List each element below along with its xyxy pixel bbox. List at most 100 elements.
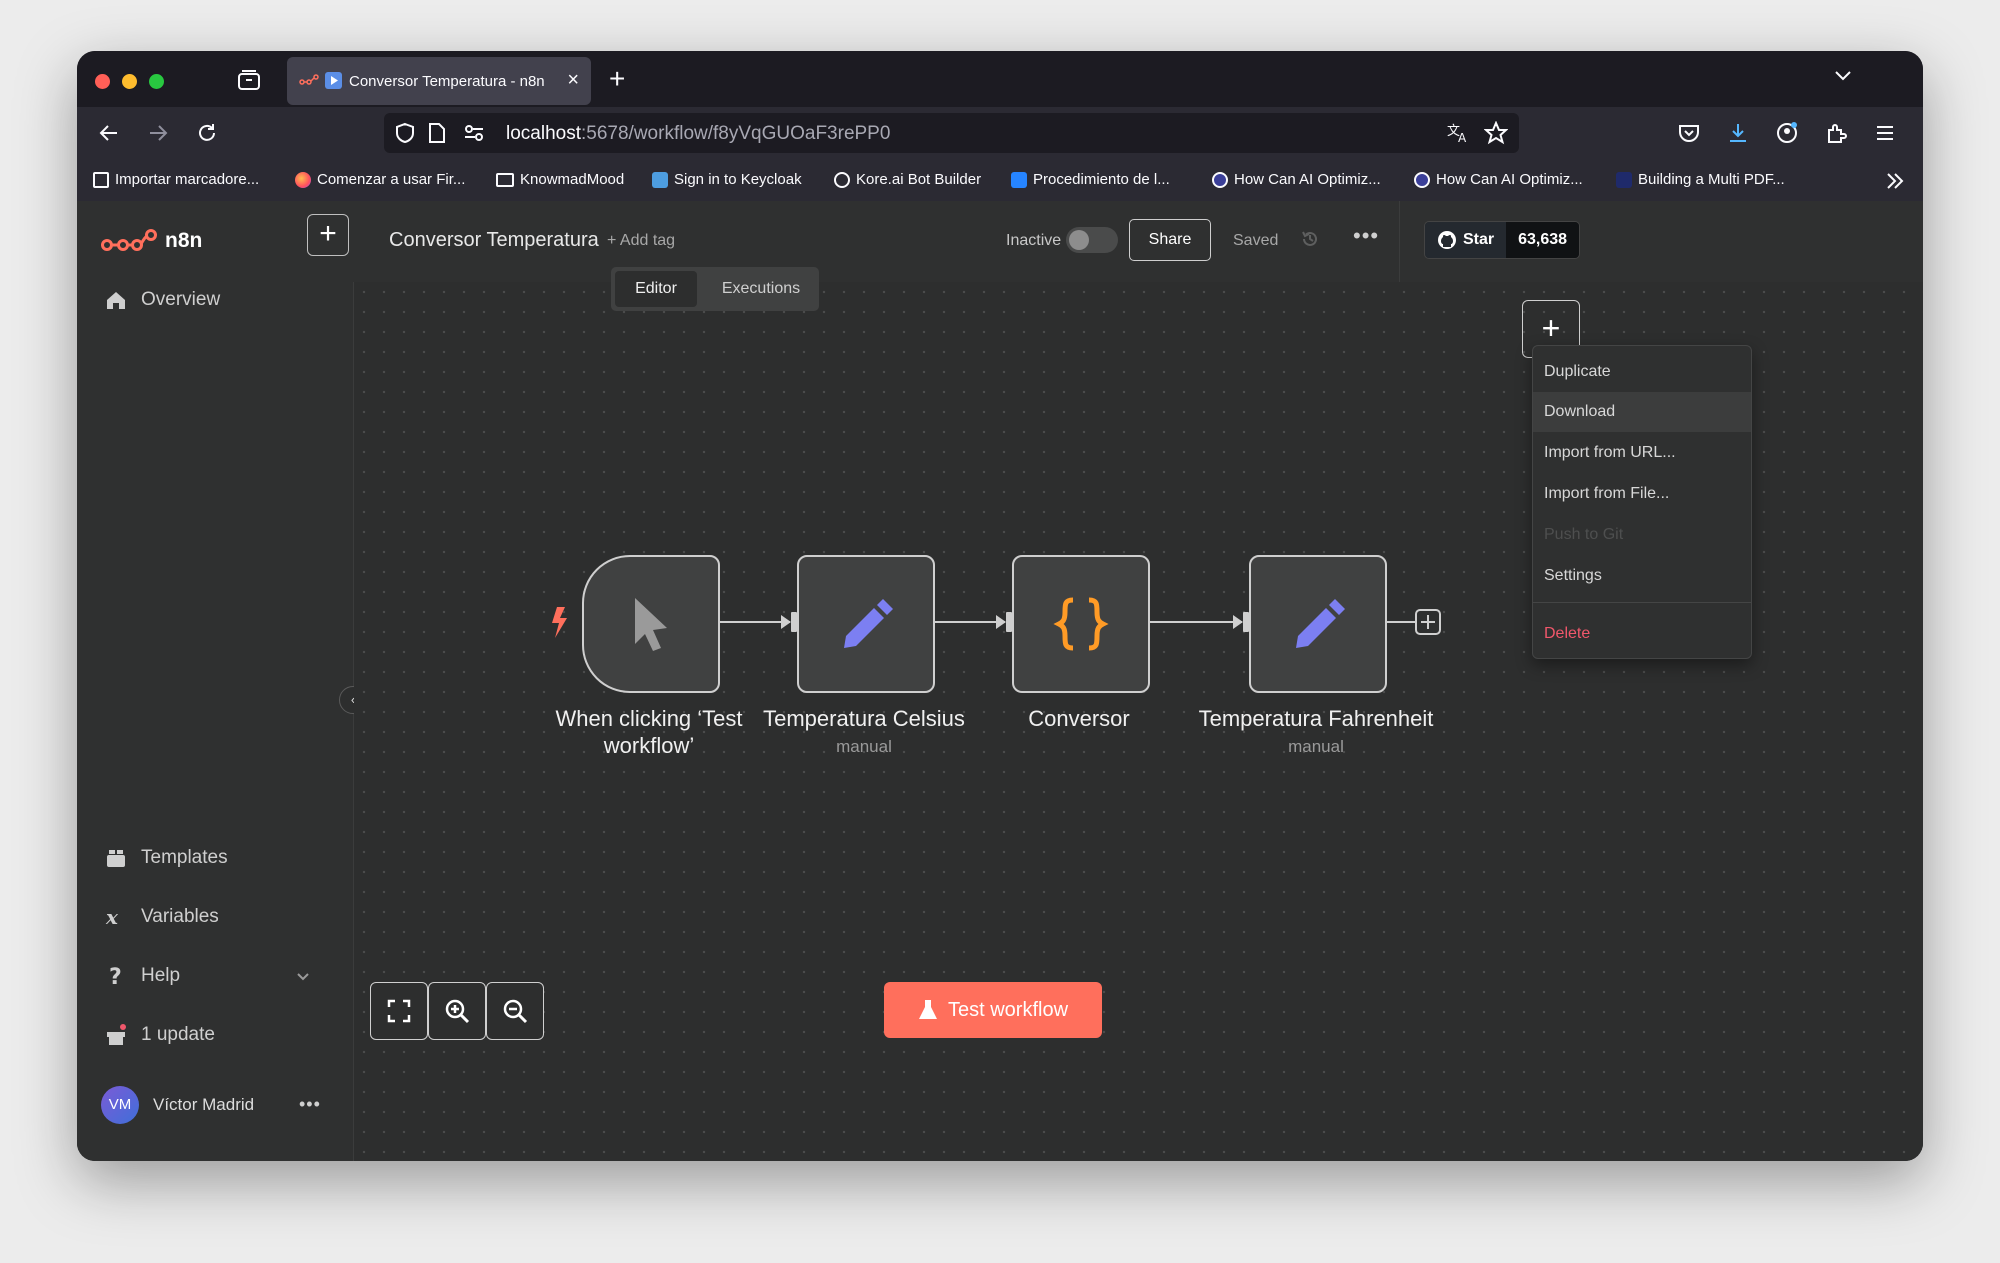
add-tag-button[interactable]: + Add tag [607, 232, 675, 250]
bookmark-item[interactable]: Building a Multi PDF... [1616, 171, 1785, 188]
browser-window: Conversor Temperatura - n8n × + localhos… [77, 51, 1923, 1161]
translate-icon[interactable]: 文A [1446, 122, 1470, 144]
user-profile[interactable]: VM Víctor Madrid [101, 1086, 254, 1124]
globe-icon [834, 171, 850, 188]
zoom-out-button[interactable] [486, 982, 544, 1040]
browser-tab-active[interactable]: Conversor Temperatura - n8n × [287, 57, 591, 105]
svg-text:x: x [105, 906, 119, 928]
node-trigger[interactable] [582, 555, 720, 693]
toggle-knob [1069, 230, 1089, 250]
node-label: Temperatura Celsius [763, 706, 965, 731]
bookmark-item[interactable]: Procedimiento de l... [1011, 171, 1170, 188]
menu-item-download[interactable]: Download [1533, 392, 1751, 432]
tab-executions[interactable]: Executions [707, 271, 815, 307]
sidebar-item-label: Templates [141, 847, 228, 868]
node-subtitle: manual [1288, 737, 1344, 756]
bookmark-label: Sign in to Keycloak [674, 171, 802, 188]
shield-icon[interactable] [394, 122, 416, 144]
reload-icon[interactable] [195, 121, 219, 145]
account-icon[interactable] [1775, 121, 1799, 145]
arrow-head [996, 615, 1006, 629]
page-icon[interactable] [428, 122, 446, 144]
pocket-icon[interactable] [1677, 121, 1701, 145]
bookmark-item[interactable]: Sign in to Keycloak [652, 171, 802, 188]
bookmark-item[interactable]: KnowmadMood [496, 171, 624, 188]
url-path: :5678/workflow/f8yVqGUOaF3rePP0 [581, 123, 891, 144]
chevron-down-icon[interactable] [1833, 65, 1853, 85]
avatar: VM [101, 1086, 139, 1124]
node-conversor[interactable] [1012, 555, 1150, 693]
bookmark-item[interactable]: Comenzar a usar Fir... [295, 171, 465, 188]
workflow-name[interactable]: Conversor Temperatura [389, 229, 599, 252]
editor-executions-switch: Editor Executions [611, 267, 819, 311]
tab-strip: Conversor Temperatura - n8n × + [77, 51, 1923, 107]
extensions-icon[interactable] [1824, 121, 1848, 145]
user-name: Víctor Madrid [153, 1095, 255, 1114]
url-host: localhost [506, 123, 581, 144]
menu-item-settings[interactable]: Settings [1533, 556, 1751, 596]
saved-status: Saved [1233, 232, 1279, 249]
bookmark-item[interactable]: How Can AI Optimiz... [1414, 171, 1583, 188]
templates-icon [107, 850, 125, 867]
building-icon [1616, 171, 1632, 188]
keycloak-icon [652, 171, 668, 188]
menu-item-duplicate[interactable]: Duplicate [1533, 352, 1751, 392]
bookmark-item[interactable]: Kore.ai Bot Builder [834, 171, 981, 188]
svg-text:A: A [1458, 131, 1467, 144]
menu-item-push-to-git: Push to Git [1544, 526, 1624, 543]
close-window-button[interactable] [95, 74, 110, 89]
activate-toggle[interactable] [1066, 227, 1118, 253]
zoom-to-fit-button[interactable] [370, 982, 428, 1040]
bookmark-item[interactable]: How Can AI Optimiz... [1212, 171, 1381, 188]
sidebar: n8n + Overview Templates x Variables ? H… [77, 201, 354, 1161]
sidebar-item-templates[interactable]: Templates [105, 847, 228, 869]
download-icon[interactable] [1726, 121, 1750, 145]
sidebar-item-update[interactable]: 1 update [105, 1024, 215, 1046]
bookmark-item[interactable]: Importar marcadore... [93, 171, 259, 188]
more-options-icon[interactable]: ••• [1353, 223, 1379, 249]
bookmark-label: Kore.ai Bot Builder [856, 171, 982, 188]
history-icon[interactable] [1300, 229, 1320, 249]
menu-item-delete[interactable]: Delete [1533, 614, 1751, 654]
cursor-icon [584, 557, 718, 691]
node-temperatura-fahrenheit[interactable] [1249, 555, 1387, 693]
forward-arrow-icon[interactable] [146, 121, 170, 145]
chevron-double-right-icon[interactable] [1885, 172, 1905, 190]
minimize-window-button[interactable] [122, 74, 137, 89]
n8n-favicon-icon [299, 74, 319, 85]
hexagon-icon [1212, 171, 1228, 188]
test-workflow-button[interactable]: Test workflow [884, 982, 1102, 1038]
zoom-out-icon [503, 999, 528, 1024]
zoom-in-button[interactable] [428, 982, 486, 1040]
user-more-icon[interactable]: ••• [299, 1094, 321, 1115]
n8n-logo[interactable]: n8n [101, 227, 202, 255]
pencil-icon [1251, 557, 1385, 691]
bookmarks-bar: Importar marcadore... Comenzar a usar Fi… [77, 159, 1923, 201]
menu-item-import-url[interactable]: Import from URL... [1533, 433, 1751, 473]
back-arrow-icon[interactable] [97, 121, 121, 145]
url-bar[interactable]: localhost:5678/workflow/f8yVqGUOaF3rePP0… [384, 113, 1519, 153]
sidebar-item-label: 1 update [141, 1024, 215, 1045]
share-button[interactable]: Share [1129, 219, 1211, 261]
tab-close-icon[interactable]: × [567, 69, 579, 92]
github-star-button[interactable]: Star 63,638 [1424, 221, 1581, 259]
node-temperatura-celsius[interactable] [797, 555, 935, 693]
sidebar-item-help[interactable]: ? Help [105, 965, 315, 987]
sidebar-item-overview[interactable]: Overview [105, 289, 220, 311]
menu-icon[interactable] [1873, 121, 1897, 145]
create-workflow-button[interactable]: + [307, 214, 349, 256]
permissions-icon[interactable] [464, 124, 484, 142]
menu-item-import-file[interactable]: Import from File... [1533, 474, 1751, 514]
new-tab-button[interactable]: + [609, 63, 625, 95]
node-label: Conversor [1028, 706, 1130, 731]
bookmark-star-icon[interactable] [1484, 121, 1508, 145]
plus-square-icon[interactable] [1415, 609, 1441, 635]
tab-editor[interactable]: Editor [615, 271, 697, 307]
bookmark-label: How Can AI Optimiz... [1436, 171, 1583, 188]
sidebar-item-variables[interactable]: x Variables [105, 906, 219, 928]
media-play-icon [325, 72, 342, 89]
menu-divider [1533, 602, 1751, 603]
maximize-window-button[interactable] [149, 74, 164, 89]
tab-overview-icon[interactable] [237, 69, 261, 91]
bookmark-label: Building a Multi PDF... [1638, 171, 1785, 188]
